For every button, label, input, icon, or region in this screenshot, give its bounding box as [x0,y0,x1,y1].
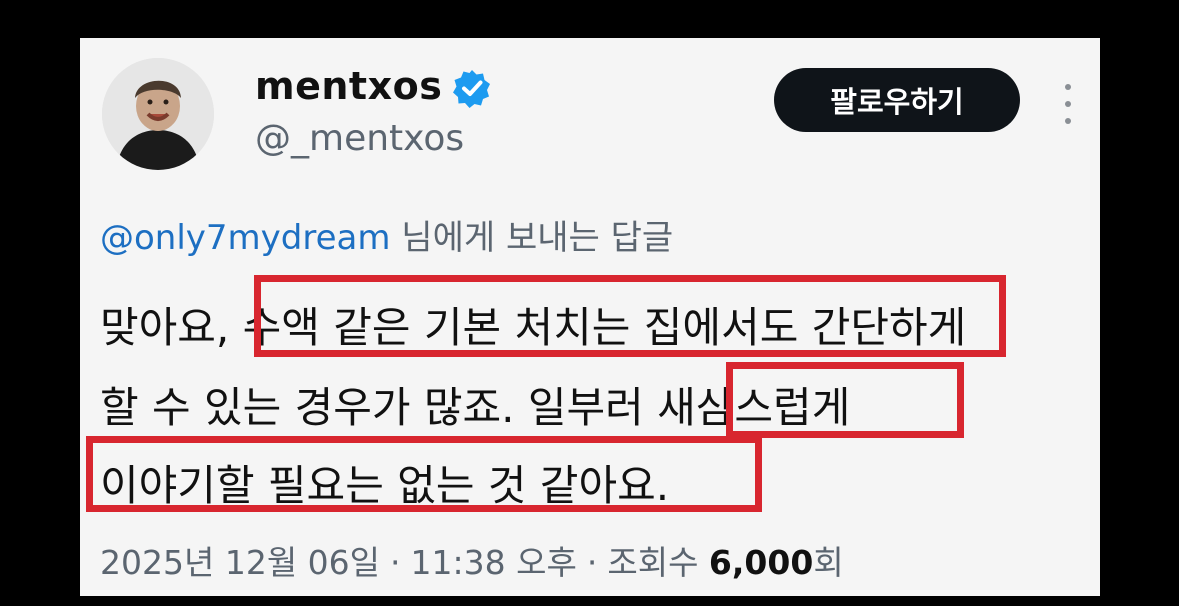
tweet-card: mentxos @_mentxos 팔로우하기 @only7mydream 님에… [80,38,1100,596]
more-vertical-icon[interactable] [1056,84,1080,124]
reply-suffix: 님에게 보내는 답글 [390,218,674,258]
verified-badge-icon [453,70,490,108]
views-unit: 회 [813,543,844,582]
user-handle[interactable]: @_mentxos [255,118,464,159]
more-dot [1065,118,1071,124]
tweet-meta: 2025년 12월 06일 · 11:38 오후 · 조회수 6,000회 [100,536,844,584]
tweet-date[interactable]: 2025년 12월 06일 [100,543,380,582]
follow-button[interactable]: 팔로우하기 [774,68,1020,132]
reply-context: @only7mydream 님에게 보내는 답글 [100,210,673,259]
views-count: 6,000 [708,543,814,582]
reply-mention-link[interactable]: @only7mydream [100,218,390,258]
highlight-box [726,362,964,438]
highlight-box [86,436,762,512]
meta-separator: · [390,543,401,582]
more-dot [1065,84,1071,90]
views-label: 조회수 [607,543,709,582]
display-name[interactable]: mentxos [255,64,442,108]
tweet-time[interactable]: 11:38 오후 [411,543,577,582]
meta-separator: · [586,543,598,582]
highlight-box [254,275,1006,357]
tweet-text-segment: 할 수 있는 경우가 많죠. 일부러 [100,383,658,432]
more-dot [1065,101,1071,107]
avatar[interactable] [102,58,214,170]
tweet-text-segment: 맞아요, [100,303,243,352]
